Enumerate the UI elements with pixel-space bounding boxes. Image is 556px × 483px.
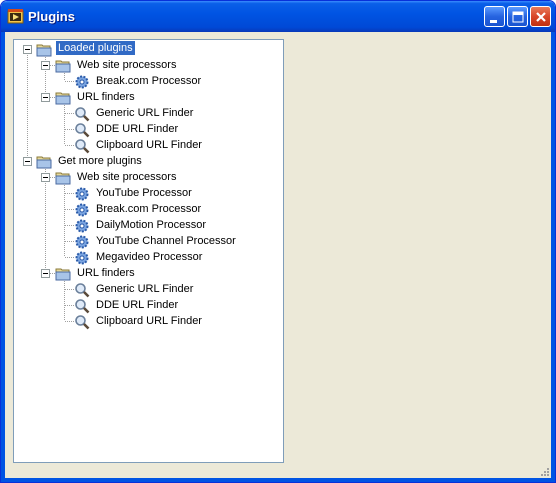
magnifier-icon bbox=[75, 139, 90, 154]
tree-leaf-plugin[interactable]: Generic URL Finder bbox=[94, 282, 195, 296]
tree-leaf-plugin[interactable]: DDE URL Finder bbox=[94, 122, 180, 136]
window-frame-left bbox=[1, 32, 5, 482]
folder-open-icon bbox=[55, 268, 71, 281]
window-frame-bottom bbox=[1, 478, 555, 482]
magnifier-icon bbox=[75, 283, 90, 298]
tree-node-url-finders[interactable]: URL finders bbox=[75, 90, 137, 104]
tree-node-loaded-plugins[interactable]: Loaded plugins bbox=[56, 41, 135, 55]
window-title: Plugins bbox=[28, 9, 75, 24]
expander-get-more-plugins[interactable] bbox=[23, 157, 32, 166]
window-frame-right bbox=[551, 32, 555, 482]
folder-open-icon bbox=[55, 92, 71, 105]
gear-icon bbox=[75, 187, 89, 201]
folder-open-icon bbox=[36, 156, 52, 169]
maximize-icon bbox=[512, 11, 524, 23]
folder-open-icon bbox=[36, 44, 52, 57]
gear-icon bbox=[75, 203, 89, 217]
magnifier-icon bbox=[75, 315, 90, 330]
close-icon bbox=[536, 12, 546, 22]
magnifier-icon bbox=[75, 299, 90, 314]
title-bar[interactable]: Plugins bbox=[1, 1, 555, 32]
plugins-window: Plugins Loaded plugins Web site processo… bbox=[0, 0, 556, 483]
folder-open-icon bbox=[55, 60, 71, 73]
app-icon bbox=[7, 9, 24, 24]
magnifier-icon bbox=[75, 123, 90, 138]
gear-icon bbox=[75, 251, 89, 265]
resize-grip-icon[interactable] bbox=[540, 467, 550, 477]
tree-leaf-plugin[interactable]: Clipboard URL Finder bbox=[94, 314, 204, 328]
expander-more-url[interactable] bbox=[41, 269, 50, 278]
tree-leaf-plugin[interactable]: YouTube Processor bbox=[94, 186, 194, 200]
close-button[interactable] bbox=[530, 6, 551, 27]
tree-node-web-site-processors[interactable]: Web site processors bbox=[75, 170, 178, 184]
tree-leaf-plugin[interactable]: DDE URL Finder bbox=[94, 298, 180, 312]
gear-icon bbox=[75, 219, 89, 233]
maximize-button[interactable] bbox=[507, 6, 528, 27]
tree-leaf-plugin[interactable]: Clipboard URL Finder bbox=[94, 138, 204, 152]
expander-loaded-url[interactable] bbox=[41, 93, 50, 102]
tree-node-web-site-processors[interactable]: Web site processors bbox=[75, 58, 178, 72]
expander-loaded-plugins[interactable] bbox=[23, 45, 32, 54]
tree-leaf-plugin[interactable]: Megavideo Processor bbox=[94, 250, 204, 264]
tree-node-get-more-plugins[interactable]: Get more plugins bbox=[56, 154, 144, 168]
gear-icon bbox=[75, 235, 89, 249]
tree-leaf-plugin[interactable]: YouTube Channel Processor bbox=[94, 234, 238, 248]
magnifier-icon bbox=[75, 107, 90, 122]
tree-leaf-plugin[interactable]: Break.com Processor bbox=[94, 74, 203, 88]
folder-open-icon bbox=[55, 172, 71, 185]
minimize-button[interactable] bbox=[484, 6, 505, 27]
plugins-tree[interactable]: Loaded plugins Web site processors Break… bbox=[13, 39, 284, 463]
minimize-icon bbox=[490, 20, 497, 23]
tree-leaf-plugin[interactable]: DailyMotion Processor bbox=[94, 218, 208, 232]
expander-loaded-web[interactable] bbox=[41, 61, 50, 70]
tree-leaf-plugin[interactable]: Break.com Processor bbox=[94, 202, 203, 216]
tree-leaf-plugin[interactable]: Generic URL Finder bbox=[94, 106, 195, 120]
expander-more-web[interactable] bbox=[41, 173, 50, 182]
gear-icon bbox=[75, 75, 89, 89]
tree-node-url-finders[interactable]: URL finders bbox=[75, 266, 137, 280]
